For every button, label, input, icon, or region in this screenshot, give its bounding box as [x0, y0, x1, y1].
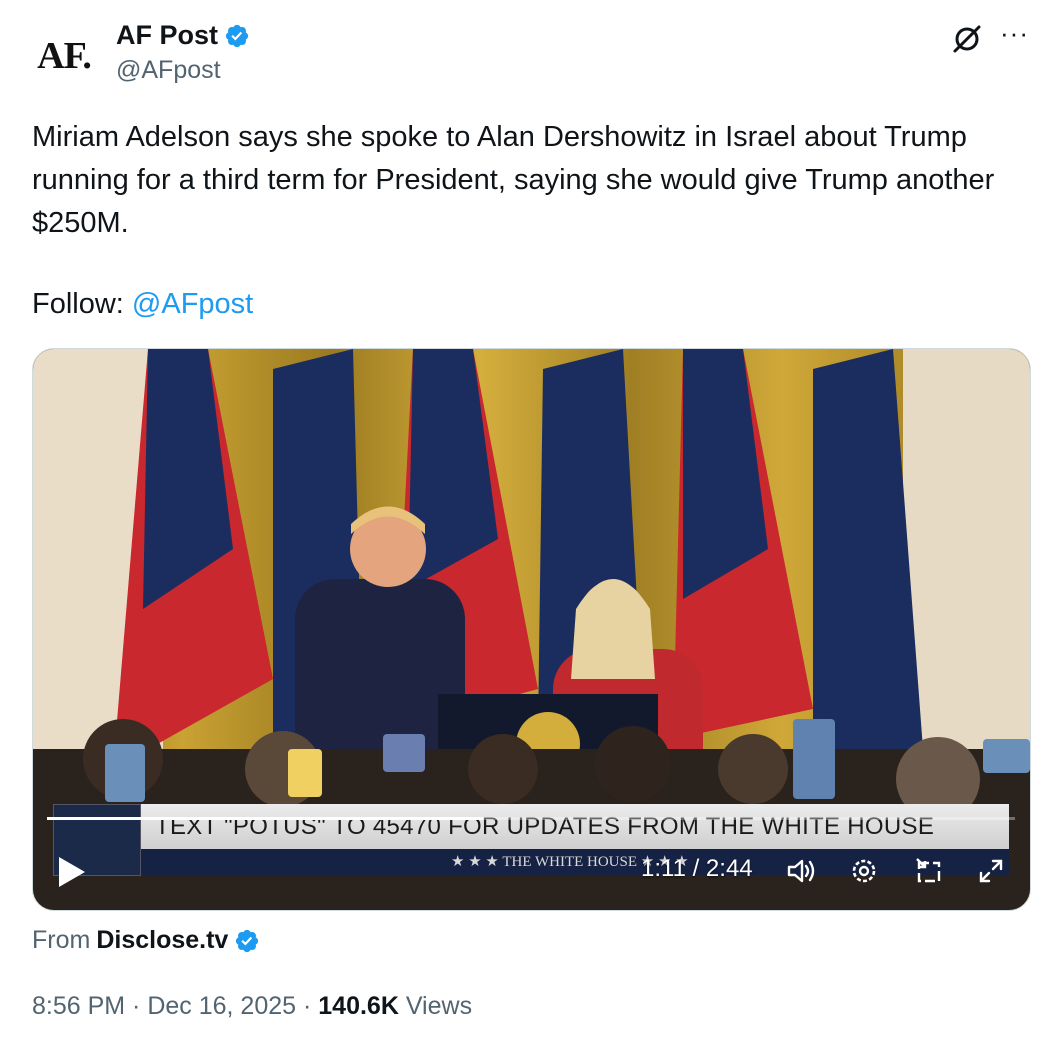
display-name[interactable]: AF Post: [116, 20, 218, 51]
volume-icon[interactable]: [785, 855, 817, 887]
source-name[interactable]: Disclose.tv: [96, 926, 228, 955]
follow-link[interactable]: @AFpost: [132, 288, 253, 320]
views-count: 140.6K: [318, 992, 399, 1020]
verified-badge-icon: [225, 24, 249, 47]
tweet-time[interactable]: 8:56 PM: [32, 992, 125, 1020]
video-source: From Disclose.tv: [32, 926, 260, 955]
source-prefix: From: [32, 926, 91, 954]
meta-separator: ·: [125, 992, 148, 1020]
video-progress-bar[interactable]: [47, 817, 1015, 820]
video-time: 1:11 / 2:44: [641, 855, 753, 882]
verified-badge-icon: [236, 929, 259, 952]
follow-label: Follow:: [32, 288, 132, 320]
tweet-meta: 8:56 PM · Dec 16, 2025 · 140.6K Views: [32, 992, 472, 1021]
fullscreen-icon[interactable]: [975, 855, 1007, 887]
settings-icon[interactable]: [848, 855, 880, 887]
follow-line: Follow: @AFpost: [32, 284, 253, 324]
video-progress-fill: [47, 817, 483, 820]
play-icon[interactable]: [55, 855, 87, 889]
avatar[interactable]: AF.: [28, 20, 100, 92]
avatar-text: AF.: [37, 35, 92, 77]
meta-separator: ·: [296, 992, 319, 1020]
author-name-row[interactable]: AF Post: [116, 20, 250, 51]
views-label: Views: [398, 992, 473, 1020]
video-player[interactable]: TEXT "POTUS" TO 45470 FOR UPDATES FROM T…: [32, 348, 1031, 911]
tweet-text: Miriam Adelson says she spoke to Alan De…: [32, 121, 995, 239]
more-icon[interactable]: ···: [1000, 20, 1030, 52]
grok-icon[interactable]: [950, 22, 984, 56]
tweet-date[interactable]: Dec 16, 2025: [147, 992, 296, 1020]
video-banner-text: TEXT "POTUS" TO 45470 FOR UPDATES FROM T…: [141, 804, 1009, 849]
pip-icon[interactable]: [913, 855, 945, 887]
author-handle[interactable]: @AFpost: [116, 56, 221, 85]
